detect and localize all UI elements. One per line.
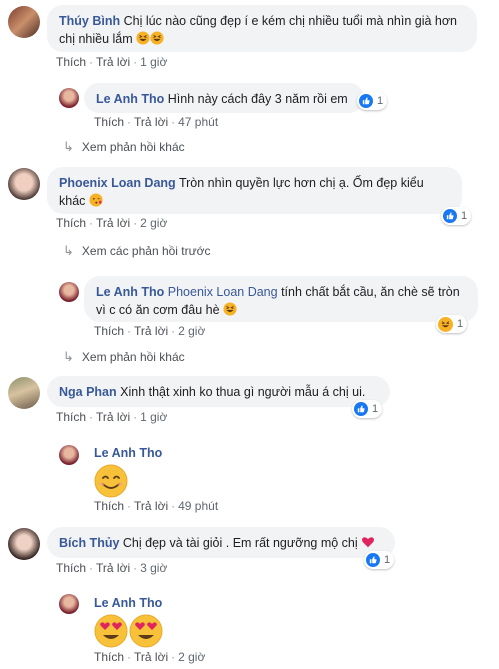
like-icon (354, 402, 368, 416)
avatar[interactable] (8, 528, 40, 560)
view-more-replies[interactable]: ↳ Xem phản hồi khác (63, 139, 185, 155)
comment-text: Hình này cách đây 3 năm rồi em (167, 92, 348, 106)
comment-bubble: Le Anh Tho Hình này cách đây 3 năm rồi e… (84, 83, 364, 113)
reply-link[interactable]: Trả lời (134, 499, 168, 513)
comment-actions: Thích · Trả lời · 49 phút (94, 499, 219, 513)
author-name[interactable]: Phoenix Loan Dang (59, 176, 176, 190)
reaction-count: 1 (377, 95, 384, 107)
like-icon (366, 553, 380, 567)
like-link[interactable]: Thích (94, 650, 124, 664)
comment-bubble: Nga Phan Xinh thật xinh ko thua gì người… (47, 376, 390, 407)
laughing-emoji-icon (136, 31, 150, 45)
author-name[interactable]: Nga Phan (59, 385, 117, 399)
timestamp[interactable]: 2 giờ (178, 324, 205, 338)
author-name[interactable]: Le Anh Tho (96, 285, 164, 299)
timestamp[interactable]: 3 giờ (140, 561, 167, 575)
reaction-count: 1 (457, 318, 464, 330)
author-name[interactable]: Thúy Bình (59, 14, 120, 28)
tagged-user[interactable]: Phoenix Loan Dang (168, 285, 278, 299)
reaction-badge[interactable]: 1 (352, 400, 383, 418)
like-link[interactable]: Thích (94, 324, 124, 338)
heart-eyes-emoji-icon (94, 614, 128, 648)
comment-actions: Thích · Trả lời · 2 giờ (94, 650, 206, 664)
like-link[interactable]: Thích (56, 55, 86, 69)
kissing-emoji-icon (89, 193, 103, 207)
avatar[interactable] (59, 282, 79, 302)
smiling-emoji-icon (94, 464, 128, 498)
comment-bubble: Phoenix Loan Dang Tròn nhìn quyền lực hơ… (47, 167, 462, 214)
view-previous-replies[interactable]: ↳ Xem các phản hồi trước (63, 243, 211, 259)
timestamp[interactable]: 1 giờ (140, 410, 167, 424)
view-more-replies[interactable]: ↳ Xem phản hồi khác (63, 349, 185, 365)
reply-arrow-icon: ↳ (63, 139, 74, 154)
reply-arrow-icon: ↳ (63, 349, 74, 364)
like-link[interactable]: Thích (94, 499, 124, 513)
comment-bubble: Thúy Bình Chị lúc nào cũng đẹp í e kém c… (47, 5, 477, 52)
like-link[interactable]: Thích (56, 410, 86, 424)
laughing-emoji-icon (223, 302, 237, 316)
timestamp[interactable]: 2 giờ (140, 216, 167, 230)
like-link[interactable]: Thích (56, 216, 86, 230)
reply-link[interactable]: Trả lời (134, 650, 168, 664)
comment-bubble: Le Anh Tho Phoenix Loan Dang tính chất b… (84, 276, 478, 322)
reaction-count: 1 (384, 554, 391, 566)
reply-link[interactable]: Trả lời (96, 410, 130, 424)
reply-link[interactable]: Trả lời (96, 55, 130, 69)
reaction-badge[interactable]: 1 (357, 92, 388, 110)
comment-actions: Thích · Trả lời · 2 giờ (94, 324, 206, 338)
view-more-label: Xem phản hồi khác (81, 140, 185, 154)
comment-actions: Thích · Trả lời · 47 phút (94, 115, 219, 129)
timestamp[interactable]: 47 phút (178, 115, 218, 129)
reaction-badge[interactable]: 1 (441, 207, 472, 225)
like-link[interactable]: Thích (94, 115, 124, 129)
avatar[interactable] (59, 88, 79, 108)
laughing-emoji-icon (150, 31, 164, 45)
heart-icon (362, 537, 375, 548)
timestamp[interactable]: 1 giờ (140, 55, 167, 69)
comment-text: Xinh thật xinh ko thua gì người mẫu á ch… (120, 385, 366, 399)
comment-actions: Thích · Trả lời · 3 giờ (56, 561, 168, 575)
comment-actions: Thích · Trả lời · 1 giờ (56, 410, 168, 424)
author-name[interactable]: Le Anh Tho (96, 92, 164, 106)
haha-icon (438, 316, 453, 332)
like-icon (359, 94, 373, 108)
reply-link[interactable]: Trả lời (134, 324, 168, 338)
comment-actions: Thích · Trả lời · 2 giờ (56, 216, 168, 230)
reply-link[interactable]: Trả lời (96, 561, 130, 575)
reaction-badge[interactable]: 1 (364, 551, 395, 569)
reaction-badge[interactable]: 1 (436, 315, 468, 333)
reaction-count: 1 (461, 210, 468, 222)
like-icon (443, 209, 457, 223)
reaction-count: 1 (372, 403, 379, 415)
comment-bubble: Bích Thủy Chị đẹp và tài giỏi . Em rất n… (47, 527, 395, 558)
timestamp[interactable]: 49 phút (178, 499, 218, 513)
comment-actions: Thích · Trả lời · 1 giờ (56, 55, 168, 69)
reply-arrow-icon: ↳ (63, 243, 74, 258)
view-more-label: Xem phản hồi khác (81, 350, 185, 364)
author-name[interactable]: Le Anh Tho (94, 596, 162, 610)
timestamp[interactable]: 2 giờ (178, 650, 205, 664)
author-name[interactable]: Bích Thủy (59, 536, 119, 550)
reply-link[interactable]: Trả lời (134, 115, 168, 129)
avatar[interactable] (59, 594, 79, 614)
avatar[interactable] (59, 445, 79, 465)
comment-text: Chị đẹp và tài giỏi . Em rất ngưỡng mộ c… (122, 536, 358, 550)
avatar[interactable] (8, 377, 40, 409)
avatar[interactable] (8, 6, 40, 38)
author-name[interactable]: Le Anh Tho (94, 446, 162, 460)
heart-eyes-emoji-icon (129, 614, 163, 648)
view-previous-label: Xem các phản hồi trước (81, 244, 211, 258)
reply-link[interactable]: Trả lời (96, 216, 130, 230)
avatar[interactable] (8, 168, 40, 200)
like-link[interactable]: Thích (56, 561, 86, 575)
